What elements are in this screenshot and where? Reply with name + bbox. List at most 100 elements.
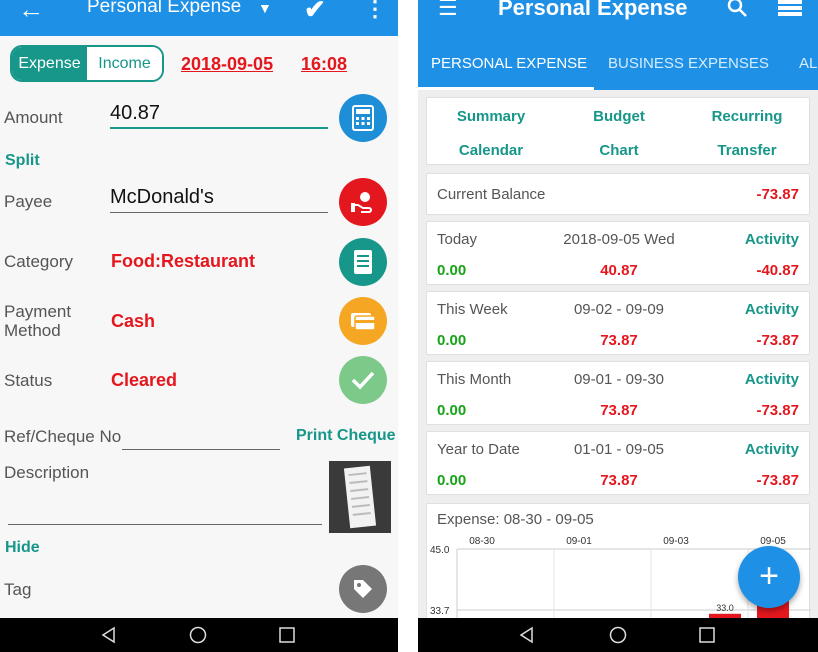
- expense-tab[interactable]: Expense: [12, 47, 87, 80]
- period-date: 09-01 - 09-30: [573, 371, 665, 388]
- income-tab[interactable]: Income: [87, 47, 162, 80]
- summary-link[interactable]: Summary: [427, 108, 555, 125]
- income-amount: 0.00: [437, 472, 467, 489]
- calendar-link[interactable]: Calendar: [427, 142, 555, 159]
- expense-amount: 73.87: [600, 402, 638, 419]
- tag-label: Tag: [4, 580, 32, 599]
- status-value[interactable]: Cleared: [111, 370, 177, 391]
- chart-link[interactable]: Chart: [555, 142, 683, 159]
- current-balance-label: Current Balance: [437, 186, 546, 203]
- save-check-icon[interactable]: ✔: [304, 0, 326, 24]
- tab-business-expenses[interactable]: BUSINESS EXPENSES: [608, 55, 769, 73]
- expense-income-toggle: Expense Income: [10, 45, 164, 82]
- net-amount: -40.87: [756, 262, 799, 279]
- tab-personal-expense[interactable]: PERSONAL EXPENSE: [431, 55, 587, 73]
- split-link[interactable]: Split: [5, 152, 40, 170]
- nav-home-icon[interactable]: [609, 626, 627, 644]
- category-value[interactable]: Food:Restaurant: [111, 251, 255, 272]
- chart-title: Expense: 08-30 - 09-05: [437, 511, 594, 528]
- expense-amount: 73.87: [600, 332, 638, 349]
- period-label: Year to Date: [437, 441, 520, 458]
- calculator-icon[interactable]: [339, 94, 387, 142]
- payment-method-label-line1: Payment: [4, 302, 72, 321]
- payment-method-value[interactable]: Cash: [111, 311, 155, 332]
- tab-all[interactable]: AL: [799, 55, 817, 73]
- back-arrow-icon[interactable]: ←: [18, 0, 44, 24]
- left-phone-screen: ← Personal Expense ▼ ✔ ⋮ Expense Income …: [0, 0, 398, 652]
- amount-label: Amount: [4, 108, 63, 127]
- net-amount: -73.87: [756, 332, 799, 349]
- expense-amount: 73.87: [600, 472, 638, 489]
- period-card-year-to-date[interactable]: Year to Date 01-01 - 09-05 Activity 0.00…: [426, 431, 810, 495]
- period-date: 2018-09-05 Wed: [563, 231, 675, 248]
- description-label: Description: [4, 463, 90, 482]
- ref-cheque-input[interactable]: [122, 429, 280, 450]
- time-link[interactable]: 16:08: [301, 54, 347, 75]
- nav-back-icon[interactable]: [518, 626, 536, 644]
- period-label: This Week: [437, 301, 508, 318]
- income-amount: 0.00: [437, 332, 467, 349]
- x-tick-label: 09-01: [566, 536, 592, 547]
- activity-link[interactable]: Activity: [745, 441, 799, 458]
- dropdown-icon[interactable]: ▼: [258, 0, 272, 16]
- x-tick-label: 08-30: [469, 536, 495, 547]
- nav-recents-icon[interactable]: [698, 626, 716, 644]
- activity-link[interactable]: Activity: [745, 301, 799, 318]
- activity-link[interactable]: Activity: [745, 371, 799, 388]
- payment-method-label-line2: Method: [4, 321, 61, 340]
- print-cheque-link[interactable]: Print Cheque: [296, 427, 396, 445]
- account-tabs: PERSONAL EXPENSE BUSINESS EXPENSES AL: [418, 36, 818, 90]
- transfer-link[interactable]: Transfer: [683, 142, 811, 159]
- net-amount: -73.87: [756, 402, 799, 419]
- tag-icon[interactable]: [339, 565, 387, 613]
- period-card-this-week[interactable]: This Week 09-02 - 09-09 Activity 0.00 73…: [426, 291, 810, 355]
- credit-card-icon[interactable]: [339, 297, 387, 345]
- description-input[interactable]: [8, 490, 322, 525]
- period-label: Today: [437, 231, 478, 248]
- budget-link[interactable]: Budget: [555, 108, 683, 125]
- period-date: 09-02 - 09-09: [573, 301, 665, 318]
- status-check-icon[interactable]: [339, 356, 387, 404]
- app-title[interactable]: Personal Expense: [87, 0, 241, 18]
- recurring-link[interactable]: Recurring: [683, 108, 811, 125]
- bar-data-label: 33.0: [716, 603, 734, 613]
- add-transaction-button[interactable]: +: [738, 546, 800, 608]
- expense-amount: 40.87: [600, 262, 638, 279]
- amount-input[interactable]: 40.87: [110, 101, 328, 129]
- system-nav-bar: [418, 618, 818, 652]
- search-icon[interactable]: [726, 0, 748, 18]
- more-options-icon[interactable]: ⋮: [364, 0, 386, 24]
- nav-home-icon[interactable]: [189, 626, 207, 644]
- current-balance-value: -73.87: [756, 186, 799, 203]
- list-view-icon[interactable]: [778, 0, 802, 16]
- hide-link[interactable]: Hide: [5, 539, 40, 557]
- period-card-today[interactable]: Today 2018-09-05 Wed Activity 0.00 40.87…: [426, 221, 810, 285]
- receipt-photo-thumbnail[interactable]: [329, 461, 391, 533]
- period-label: This Month: [437, 371, 512, 388]
- status-label: Status: [4, 371, 53, 390]
- current-balance-card[interactable]: Current Balance -73.87: [426, 173, 810, 215]
- hamburger-menu-icon[interactable]: ☰: [438, 0, 458, 19]
- category-list-icon[interactable]: [339, 238, 387, 286]
- ref-cheque-label: Ref/Cheque No: [4, 427, 122, 446]
- nav-back-icon[interactable]: [100, 626, 118, 644]
- income-amount: 0.00: [437, 262, 467, 279]
- net-amount: -73.87: [756, 472, 799, 489]
- system-nav-bar: [0, 618, 398, 652]
- payee-input[interactable]: McDonald's: [110, 185, 328, 213]
- quick-links-card: Summary Budget Recurring Calendar Chart …: [426, 97, 810, 165]
- tab-indicator: [418, 87, 594, 90]
- nav-recents-icon[interactable]: [278, 626, 296, 644]
- y-tick-label: 45.0: [430, 545, 450, 556]
- payee-label: Payee: [4, 192, 53, 211]
- date-link[interactable]: 2018-09-05: [181, 54, 273, 75]
- activity-link[interactable]: Activity: [745, 231, 799, 248]
- app-bar: ← Personal Expense ▼ ✔ ⋮: [0, 0, 398, 36]
- income-amount: 0.00: [437, 402, 467, 419]
- app-title: Personal Expense: [498, 0, 688, 20]
- period-card-this-month[interactable]: This Month 09-01 - 09-30 Activity 0.00 7…: [426, 361, 810, 425]
- category-label: Category: [4, 252, 73, 271]
- y-tick-label: 33.7: [430, 606, 450, 617]
- screen-divider: [398, 0, 418, 652]
- payee-hand-icon[interactable]: [339, 178, 387, 226]
